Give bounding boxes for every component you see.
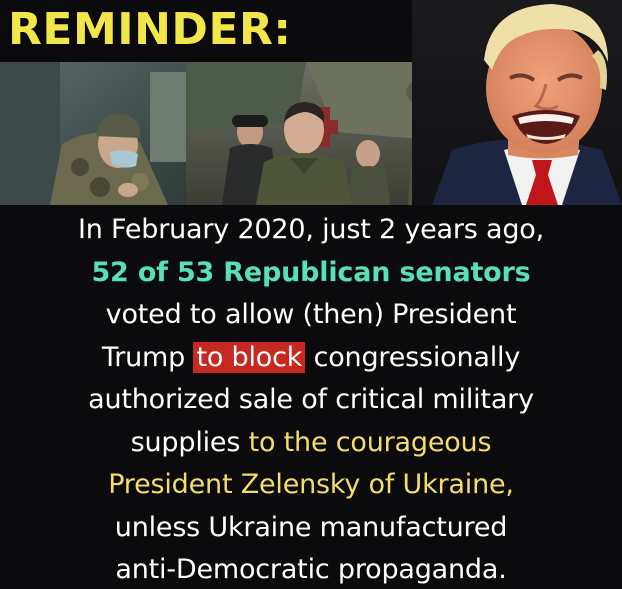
message-line-3: voted to allow (then) President [105, 299, 517, 330]
message-line-5: authorized sale of critical military [88, 384, 534, 415]
trump-photo [412, 0, 622, 205]
soldier-photo [0, 62, 190, 205]
message-line-7: President Zelensky of Ukraine, [108, 469, 514, 500]
line4-prefix: Trump [101, 341, 194, 373]
message-line-6: supplies to the courageous [0, 422, 622, 465]
to-block-highlight: to block [193, 341, 306, 373]
line6-yellow: to the courageous [248, 426, 492, 458]
message-line-8: unless Ukraine manufactured [114, 511, 508, 543]
message-line-4: Trump to block congressionally [0, 337, 622, 380]
message-line-2-highlight: 52 of 53 Republican senators [91, 256, 531, 288]
headline: REMINDER: [8, 4, 292, 55]
line6-prefix: supplies [130, 426, 249, 458]
message-text: In February 2020, just 2 years ago, 52 o… [0, 209, 622, 589]
reminder-poster: REMINDER: In February 2020, just 2 years… [0, 0, 622, 589]
line4-suffix: congressionally [305, 341, 521, 373]
message-line-9: anti-Democratic propaganda. [115, 554, 507, 585]
message-line-1: In February 2020, just 2 years ago, [77, 214, 545, 245]
